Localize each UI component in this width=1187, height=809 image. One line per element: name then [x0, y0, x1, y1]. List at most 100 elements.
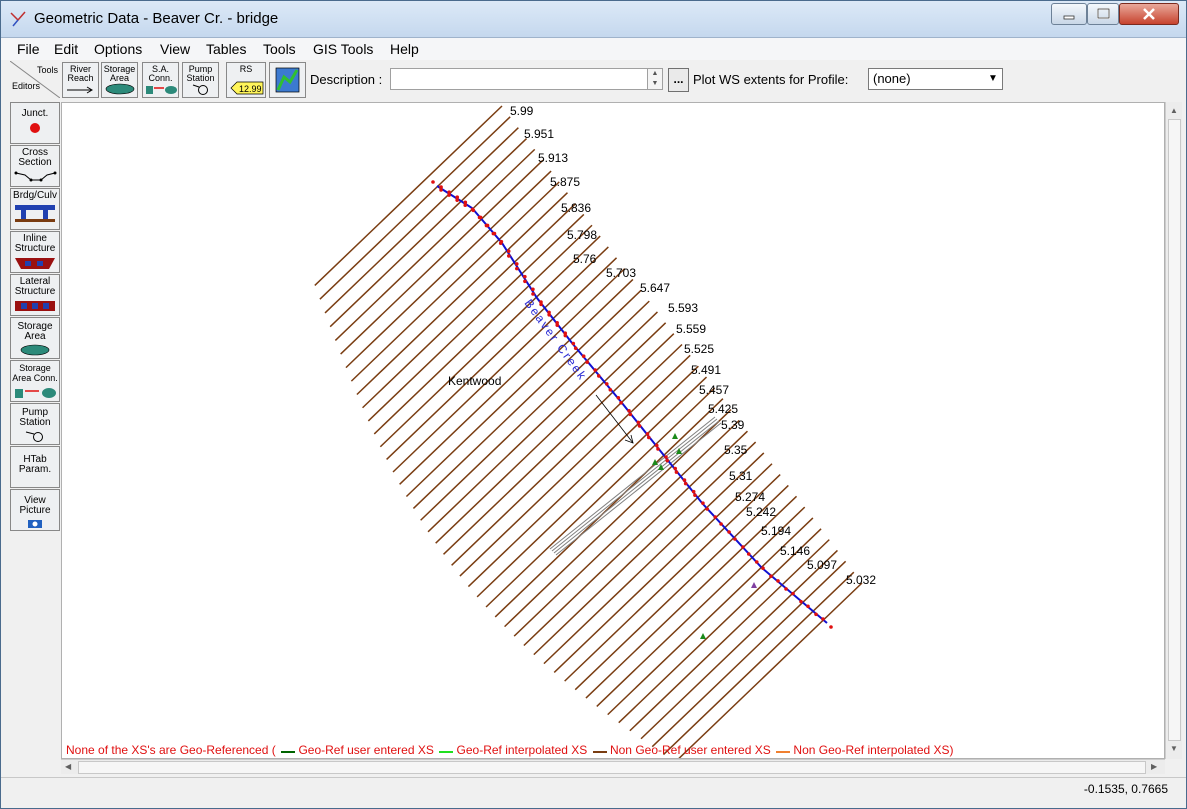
- cross-section-line[interactable]: [629, 539, 830, 732]
- river-station-label[interactable]: 5.491: [691, 363, 721, 377]
- river-station-label[interactable]: 5.032: [846, 573, 876, 587]
- cross-section-line[interactable]: [324, 127, 519, 314]
- menu-edit[interactable]: Edit: [54, 41, 78, 57]
- river-station-label[interactable]: 5.798: [567, 228, 597, 242]
- horizontal-scrollbar[interactable]: ◀ ▶: [61, 759, 1165, 774]
- scroll-left-icon[interactable]: ◀: [65, 762, 71, 771]
- view-picture-button[interactable]: View Picture: [10, 489, 60, 531]
- description-input[interactable]: [390, 68, 648, 90]
- cross-section-line[interactable]: [420, 300, 650, 521]
- bank-station-point: [769, 574, 773, 579]
- river-station-label[interactable]: 5.913: [538, 151, 568, 165]
- cross-section-line[interactable]: [476, 376, 708, 598]
- river-schematic[interactable]: 5.99 5.951 5.913 5.875 5.836 5.798 5.76 5.703 5.…: [62, 103, 1164, 758]
- menu-tables[interactable]: Tables: [206, 41, 246, 57]
- river-station-label[interactable]: 5.097: [807, 558, 837, 572]
- cross-section-line[interactable]: [405, 278, 634, 498]
- maximize-button[interactable]: [1087, 3, 1119, 25]
- river-station-label[interactable]: 5.875: [550, 175, 580, 189]
- lateral-structure-editor-button[interactable]: Lateral Structure: [10, 274, 60, 316]
- horizontal-scroll-thumb[interactable]: [78, 761, 1146, 774]
- river-station-label[interactable]: 5.31: [729, 469, 753, 483]
- cross-section-line[interactable]: [356, 192, 568, 396]
- cross-section-label: Cross Section: [18, 147, 52, 168]
- cross-section-line[interactable]: [459, 354, 691, 577]
- menu-gis-tools[interactable]: GIS Tools: [313, 41, 373, 57]
- map-picture-button[interactable]: [269, 62, 306, 98]
- description-spinner[interactable]: ▲ ▼: [647, 68, 663, 90]
- cross-section-editor-button[interactable]: Cross Section: [10, 145, 60, 187]
- vertical-scroll-thumb[interactable]: [1168, 119, 1181, 741]
- river-station-label[interactable]: 5.35: [724, 443, 748, 457]
- plot-ws-profile-select[interactable]: (none) ▼: [868, 68, 1003, 90]
- menu-tools[interactable]: Tools: [263, 41, 296, 57]
- bridge-structure[interactable]: [549, 416, 722, 556]
- river-station-label[interactable]: 5.274: [735, 490, 765, 504]
- geometry-map-canvas[interactable]: 5.99 5.951 5.913 5.875 5.836 5.798 5.76 5.703 5.…: [61, 102, 1165, 759]
- cross-section-line[interactable]: [494, 398, 724, 618]
- htab-param-button[interactable]: HTab Param.: [10, 446, 60, 488]
- storage-area-editor-button[interactable]: Storage Area: [10, 317, 60, 359]
- inline-structure-editor-button[interactable]: Inline Structure: [10, 231, 60, 273]
- chevron-down-icon[interactable]: ▼: [984, 69, 1002, 89]
- cross-section-line[interactable]: [435, 322, 667, 544]
- cross-section-line[interactable]: [412, 289, 642, 510]
- cross-section-line[interactable]: [443, 333, 675, 555]
- river-station-label[interactable]: 5.76: [573, 252, 597, 266]
- river-station-label[interactable]: 5.559: [676, 322, 706, 336]
- cross-section-line[interactable]: [314, 105, 503, 286]
- spin-down-icon[interactable]: ▼: [652, 80, 659, 87]
- river-station-label[interactable]: 5.39: [721, 418, 745, 432]
- bridge-culvert-icon: [15, 205, 55, 222]
- river-station-label[interactable]: 5.525: [684, 342, 714, 356]
- scroll-right-icon[interactable]: ▶: [1151, 762, 1157, 771]
- menu-file[interactable]: File: [17, 41, 40, 57]
- legend-swatch-georef-interp: [439, 751, 454, 753]
- river-station-label[interactable]: 5.194: [761, 524, 791, 538]
- river-centerline[interactable]: [436, 185, 828, 624]
- river-station-label[interactable]: 5.647: [640, 281, 670, 295]
- river-station-label[interactable]: 5.836: [561, 201, 591, 215]
- rs-tag-button[interactable]: RS 12.99: [226, 62, 266, 98]
- menu-help[interactable]: Help: [390, 41, 419, 57]
- storage-area-tool-button[interactable]: Storage Area: [101, 62, 138, 98]
- inline-structure-icon: [15, 258, 55, 269]
- river-station-label[interactable]: 5.425: [708, 402, 738, 416]
- storage-area-conn-editor-button[interactable]: Storage Area Conn.: [10, 360, 60, 402]
- cross-section-line[interactable]: [345, 170, 552, 369]
- scroll-up-icon[interactable]: ▲: [1170, 106, 1178, 115]
- menu-view[interactable]: View: [160, 41, 190, 57]
- cross-section-line[interactable]: [373, 224, 593, 435]
- river-reach-button[interactable]: River Reach: [62, 62, 99, 98]
- cross-section-line[interactable]: [467, 365, 699, 588]
- scroll-down-icon[interactable]: ▼: [1170, 744, 1178, 753]
- cross-section-line[interactable]: [662, 571, 855, 756]
- river-station-label[interactable]: 5.242: [746, 505, 776, 519]
- legend-swatch-nongeoref-user: [592, 751, 607, 753]
- minimize-button[interactable]: [1051, 3, 1087, 25]
- river-station-label[interactable]: 5.146: [780, 544, 810, 558]
- cross-section-line[interactable]: [485, 387, 716, 608]
- river-station-label[interactable]: 5.703: [606, 266, 636, 280]
- cross-section-line[interactable]: [319, 116, 511, 300]
- junction-editor-button[interactable]: Junct.: [10, 102, 60, 144]
- spin-up-icon[interactable]: ▲: [652, 70, 659, 77]
- river-station-label[interactable]: 5.951: [524, 127, 554, 141]
- sa-conn-tool-button[interactable]: S.A. Conn.: [142, 62, 179, 98]
- pump-station-editor-button[interactable]: Pump Station: [10, 403, 60, 445]
- river-station-label[interactable]: 5.457: [699, 383, 729, 397]
- pump-station-tool-button[interactable]: Pump Station: [182, 62, 219, 98]
- river-station-label[interactable]: 5.99: [510, 104, 534, 118]
- bank-station-point: [791, 591, 795, 596]
- cross-section-line[interactable]: [334, 148, 536, 341]
- cross-section-line[interactable]: [675, 582, 863, 758]
- bridge-culvert-editor-button[interactable]: Brdg/Culv: [10, 188, 60, 230]
- cross-section-line[interactable]: [350, 181, 560, 382]
- river-station-label[interactable]: 5.593: [668, 301, 698, 315]
- vertical-scrollbar[interactable]: ▲ ▼: [1165, 102, 1182, 759]
- cross-section-line[interactable]: [427, 311, 658, 533]
- description-more-button[interactable]: ...: [668, 68, 689, 92]
- close-button[interactable]: [1119, 3, 1179, 25]
- geometric-data-window: Geometric Data - Beaver Cr. - bridge Fil…: [0, 0, 1187, 809]
- menu-options[interactable]: Options: [94, 41, 142, 57]
